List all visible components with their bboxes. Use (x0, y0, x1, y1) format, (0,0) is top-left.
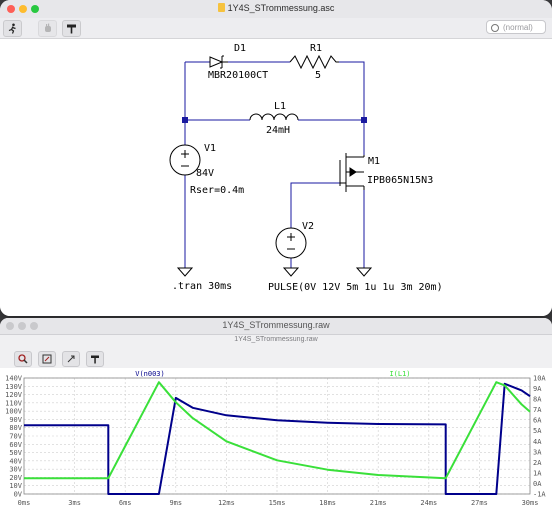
x-tick-label: 12ms (218, 499, 235, 507)
hand-icon (44, 23, 51, 32)
waveform-toolbar (0, 346, 552, 368)
y-left-tick-label: 140V (5, 375, 23, 383)
y-right-tick-label: 4A (533, 438, 542, 446)
sim-directive-label[interactable]: .tran 30ms (172, 281, 232, 292)
resistor-r1-symbol (289, 54, 339, 70)
ground-symbol-v2 (282, 267, 300, 277)
running-man-icon (8, 23, 16, 34)
schematic-window-title: 1Y4S_STrommessung.asc (0, 3, 552, 13)
x-tick-label: 6ms (119, 499, 132, 507)
y-left-tick-label: 70V (9, 433, 22, 441)
waveform-window-title: 1Y4S_STrommessung.raw (222, 320, 330, 330)
y-left-tick-label: 50V (9, 449, 22, 457)
x-tick-label: 30ms (522, 499, 539, 507)
inductor-l1-symbol (249, 113, 299, 121)
node-dot-left (182, 117, 188, 123)
x-tick-label: 18ms (319, 499, 336, 507)
x-tick-label: 24ms (420, 499, 437, 507)
arrow-icon (67, 355, 75, 363)
waveform-titlebar: 1Y4S_STrommessung.raw (0, 318, 552, 335)
y-left-tick-label: 30V (9, 466, 22, 474)
waveform-chart: 0ms 3ms 6ms 9ms 12ms 15ms 18ms 21ms 24ms 27ms 30ms… (5, 370, 546, 507)
voltage-source-v2-symbol (275, 227, 307, 259)
y-right-tick-label: 1A (533, 469, 542, 477)
l1-value-label: 24mH (266, 125, 291, 136)
trace-label-current: I(L1) (389, 370, 410, 378)
y-left-tick-label: 0V (14, 491, 23, 499)
schematic-titlebar: 1Y4S_STrommessung.asc (0, 0, 552, 19)
v1-name-label: V1 (204, 143, 217, 154)
search-placeholder: (normal) (503, 23, 533, 32)
y-left-tick-label: 60V (9, 441, 22, 449)
waveform-subtitle: 1Y4S_STrommessung.raw (234, 336, 318, 343)
y-left-tick-label: 120V (5, 391, 23, 399)
x-tick-label: 3ms (68, 499, 81, 507)
schematic-canvas[interactable]: D1 MBR20100CT R1 5 L1 24mH V1 84V Rser=0… (0, 39, 552, 316)
y-left-tick-label: 40V (9, 457, 22, 465)
m1-name-label: M1 (368, 156, 381, 167)
zoom-button[interactable] (14, 351, 32, 367)
schematic-title-text: 1Y4S_STrommessung.asc (227, 3, 335, 13)
y-right-tick-label: -1A (533, 491, 546, 499)
v2-value-label: PULSE(0V 12V 5m 1u 1u 3m 20m) (268, 282, 443, 293)
y-right-tick-label: 6A (533, 417, 542, 425)
y-right-tick-label: 8A (533, 396, 542, 404)
probe-button[interactable] (62, 20, 81, 37)
probe-button-2[interactable] (86, 351, 104, 367)
schematic-toolbar: (normal) (0, 18, 552, 39)
x-tick-label: 15ms (269, 499, 286, 507)
y-left-tick-label: 130V (5, 383, 23, 391)
run-button[interactable] (3, 20, 22, 37)
document-icon (217, 3, 225, 12)
ground-symbol-left (176, 267, 194, 277)
v2-name-label: V2 (302, 221, 315, 232)
y-left-tick-label: 80V (9, 424, 22, 432)
x-tick-label: 27ms (471, 499, 488, 507)
l1-name-label: L1 (274, 101, 287, 112)
x-tick-label: 0ms (18, 499, 31, 507)
halt-button[interactable] (38, 20, 57, 37)
pan-button[interactable] (62, 351, 80, 367)
y-right-tick-label: 2A (533, 459, 542, 467)
y-right-tick-label: 9A (533, 385, 542, 393)
hammer-icon (67, 24, 76, 34)
d1-name-label: D1 (234, 43, 247, 54)
y-right-tick-label: 3A (533, 448, 542, 456)
y-right-tick-label: 7A (533, 406, 542, 414)
ground-symbol-right (355, 267, 373, 277)
v1-rser-label: Rser=0.4m (190, 185, 245, 196)
waveform-window: 1Y4S_STrommessung.raw 1Y4S_STrommessung.… (0, 318, 552, 514)
y-left-tick-label: 10V (9, 482, 22, 490)
fit-icon (42, 354, 52, 364)
y-right-tick-label: 10A (533, 375, 546, 383)
autorange-button[interactable] (38, 351, 56, 367)
search-field[interactable]: (normal) (486, 20, 546, 34)
r1-name-label: R1 (310, 43, 323, 54)
y-left-tick-label: 110V (5, 399, 23, 407)
hammer-icon (91, 355, 99, 364)
y-left-tick-label: 20V (9, 474, 22, 482)
y-right-tick-label: 0A (533, 480, 542, 488)
search-icon (491, 24, 499, 32)
v1-value-label: 84V (196, 168, 215, 179)
mosfet-m1-symbol (339, 153, 365, 192)
schematic-drawing (169, 54, 373, 277)
node-dot-right (361, 117, 367, 123)
r1-value-label: 5 (315, 70, 322, 81)
schematic-window: 1Y4S_STrommessung.asc (normal) D1 MBR201… (0, 0, 552, 316)
x-tick-label: 21ms (370, 499, 387, 507)
d1-value-label: MBR20100CT (208, 70, 269, 81)
y-left-tick-label: 90V (9, 416, 22, 424)
m1-value-label: IPB065N15N3 (367, 175, 434, 186)
wires (184, 61, 365, 268)
y-left-tick-label: 100V (5, 408, 23, 416)
magnifier-icon (18, 354, 28, 364)
y-right-tick-label: 5A (533, 427, 542, 435)
waveform-plot[interactable]: 0ms 3ms 6ms 9ms 12ms 15ms 18ms 21ms 24ms 27ms 30ms… (0, 368, 552, 514)
diode-d1-symbol (209, 55, 228, 69)
x-tick-label: 9ms (169, 499, 182, 507)
trace-label-voltage: V(n003) (135, 370, 165, 378)
